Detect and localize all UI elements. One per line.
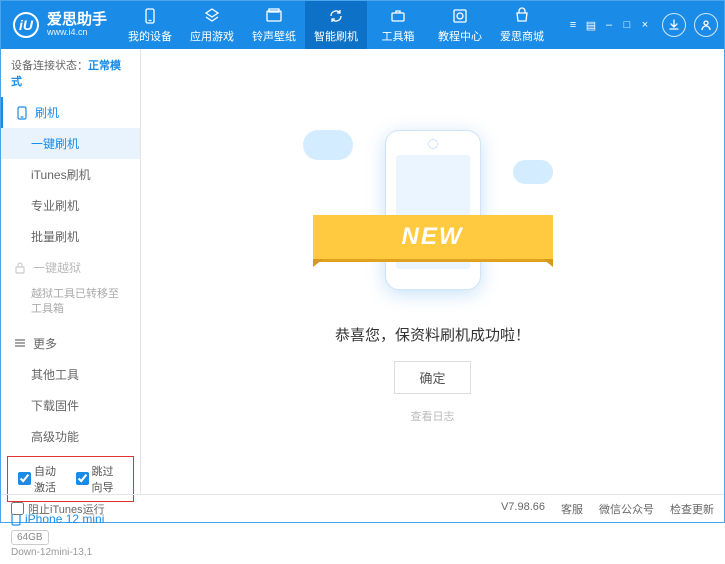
sidebar-item[interactable]: 高级功能 (1, 421, 140, 452)
user-icon[interactable] (694, 13, 718, 37)
success-message: 恭喜您，保资料刷机成功啦！ (335, 324, 530, 345)
nav-item-apps[interactable]: 应用游戏 (181, 1, 243, 49)
cloud-icon (303, 130, 353, 160)
jailbreak-label: 一键越狱 (33, 259, 81, 276)
nav-item-phone[interactable]: 我的设备 (119, 1, 181, 49)
brand: iU 爱思助手 www.i4.cn (1, 12, 119, 38)
nav-item-refresh[interactable]: 智能刷机 (305, 1, 367, 49)
sidebar-section-more[interactable]: 更多 (1, 328, 140, 359)
sidebar-item[interactable]: iTunes刷机 (1, 159, 140, 190)
nav-item-shop[interactable]: 爱思商城 (491, 1, 553, 49)
cloud-icon (513, 160, 553, 184)
media-icon (265, 7, 283, 25)
nav-label: 爱思商城 (500, 28, 544, 44)
nav-item-media[interactable]: 铃声壁纸 (243, 1, 305, 49)
wechat-link[interactable]: 微信公众号 (599, 501, 654, 517)
support-link[interactable]: 客服 (561, 501, 583, 517)
app-window: iU 爱思助手 www.i4.cn 我的设备 应用游戏 铃声壁纸 智能刷机 工具箱 教程中… (0, 0, 725, 523)
nav-label: 应用游戏 (190, 28, 234, 44)
phone-illustration-icon (385, 130, 481, 290)
maximize-button[interactable]: □ (620, 18, 634, 32)
sidebar-item[interactable]: 其他工具 (1, 359, 140, 390)
skip-wizard-checkbox[interactable]: 跳过向导 (76, 463, 124, 495)
ok-button[interactable]: 确定 (394, 361, 470, 394)
menu-icon (13, 336, 27, 350)
check-update-link[interactable]: 检查更新 (670, 501, 714, 517)
view-log-link[interactable]: 查看日志 (411, 408, 455, 424)
refresh-icon (327, 7, 345, 25)
nav-label: 我的设备 (128, 28, 172, 44)
statusbar: 阻止iTunes运行 V7.98.66 客服 微信公众号 检查更新 (1, 494, 724, 522)
main-content: NEW 恭喜您，保资料刷机成功啦！ 确定 查看日志 (141, 49, 724, 494)
more-head-label: 更多 (33, 335, 57, 352)
new-ribbon: NEW (313, 215, 553, 259)
flash-head-label: 刷机 (35, 104, 59, 121)
apps-icon (203, 7, 221, 25)
help-icon (451, 7, 469, 25)
close-button[interactable]: × (638, 18, 652, 32)
sidebar-item[interactable]: 一键刷机 (1, 128, 140, 159)
lock-icon (13, 261, 27, 275)
jailbreak-note: 越狱工具已转移至工具箱 (1, 283, 140, 328)
sidebar-section-flash[interactable]: 刷机 (1, 97, 140, 128)
block-itunes-checkbox[interactable]: 阻止iTunes运行 (11, 501, 105, 517)
brand-url: www.i4.cn (47, 28, 107, 38)
logo-icon: iU (13, 12, 39, 38)
titlebar: iU 爱思助手 www.i4.cn 我的设备 应用游戏 铃声壁纸 智能刷机 工具箱 教程中… (1, 1, 724, 49)
version-label: V7.98.66 (501, 501, 545, 517)
nav-label: 教程中心 (438, 28, 482, 44)
settings-icon[interactable]: ≡ (566, 18, 580, 32)
nav-item-tools[interactable]: 工具箱 (367, 1, 429, 49)
sidebar-item[interactable]: 专业刷机 (1, 190, 140, 221)
sidebar-item[interactable]: 下载固件 (1, 390, 140, 421)
download-icon[interactable] (662, 13, 686, 37)
nav-label: 智能刷机 (314, 28, 358, 44)
device-subtitle: Down-12mini-13,1 (11, 547, 130, 558)
tools-icon (389, 7, 407, 25)
brand-name: 爱思助手 (47, 12, 107, 29)
phone-icon (15, 106, 29, 120)
sidebar: 设备连接状态：正常模式 刷机 一键刷机iTunes刷机专业刷机批量刷机 一键越狱… (1, 49, 141, 494)
sidebar-item[interactable]: 批量刷机 (1, 221, 140, 252)
sidebar-section-jailbreak[interactable]: 一键越狱 (1, 252, 140, 283)
auto-activate-checkbox[interactable]: 自动激活 (18, 463, 66, 495)
main-nav: 我的设备 应用游戏 铃声壁纸 智能刷机 工具箱 教程中心 爱思商城 (119, 1, 566, 49)
nav-label: 铃声壁纸 (252, 28, 296, 44)
connection-status: 设备连接状态：正常模式 (1, 49, 140, 97)
device-storage-badge: 64GB (11, 530, 49, 545)
phone-icon (141, 7, 159, 25)
theme-icon[interactable]: ▤ (584, 18, 598, 32)
conn-label: 设备连接状态： (11, 60, 88, 72)
success-illustration: NEW (333, 120, 533, 300)
shop-icon (513, 7, 531, 25)
nav-item-help[interactable]: 教程中心 (429, 1, 491, 49)
minimize-button[interactable]: – (602, 18, 616, 32)
nav-label: 工具箱 (382, 28, 415, 44)
